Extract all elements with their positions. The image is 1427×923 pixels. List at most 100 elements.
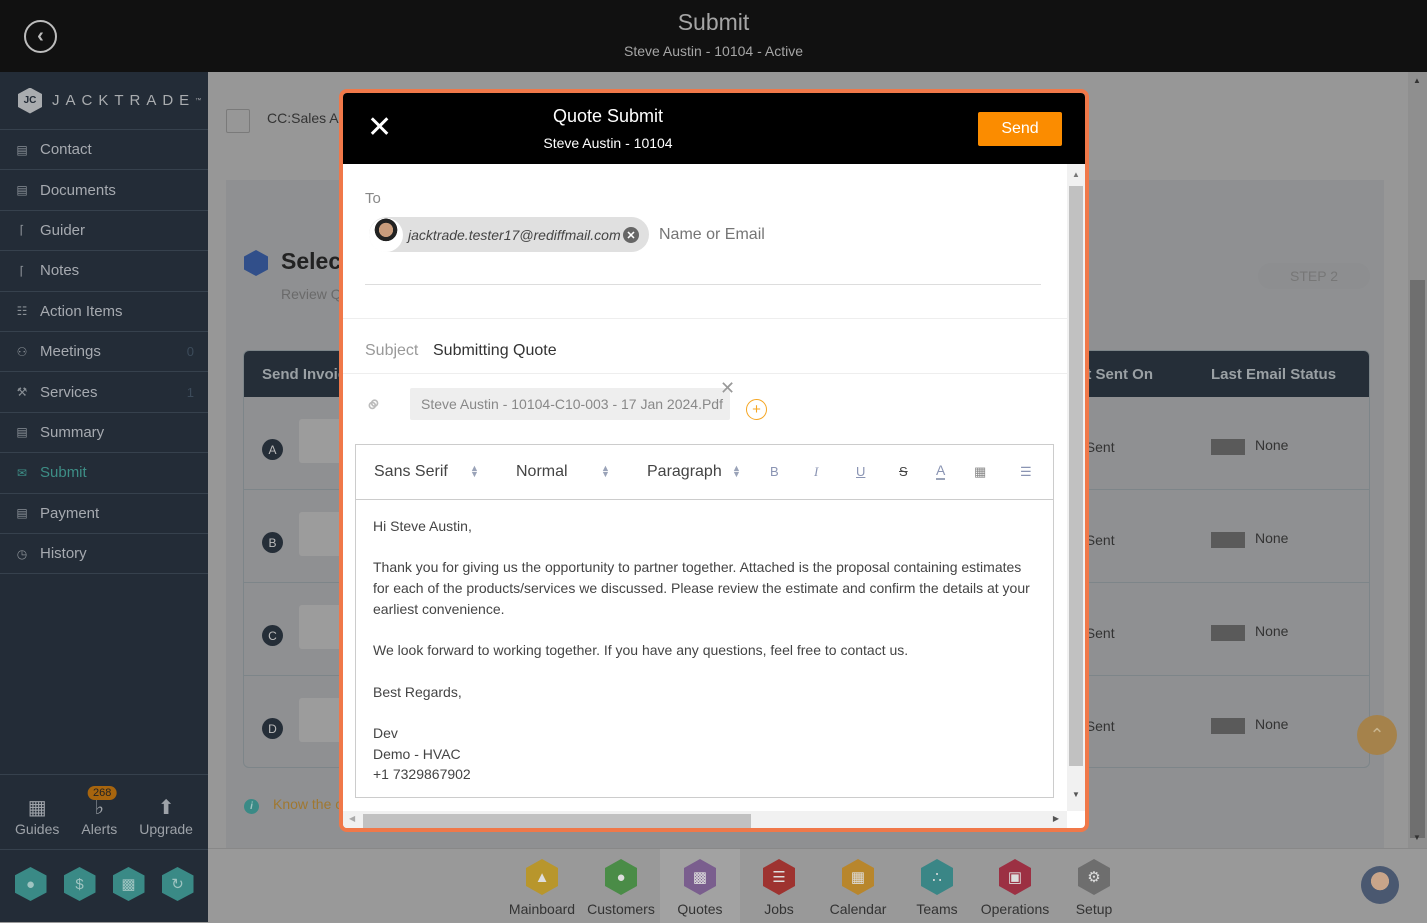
page-scrollbar-thumb[interactable] — [1410, 280, 1425, 838]
subject-input[interactable]: Submitting Quote — [433, 342, 557, 360]
body-line: Dev — [373, 724, 398, 741]
clipboard-icon: ☷ — [16, 304, 28, 319]
email-status: None — [1255, 530, 1289, 546]
dock-jobs[interactable]: ☰ Jobs — [739, 849, 819, 923]
know-text: Know the c — [273, 796, 343, 812]
sidebar-item-payment[interactable]: ▤ Payment — [0, 494, 208, 534]
documents-icon: ▤ — [16, 183, 28, 198]
modal-horizontal-scrollbar[interactable]: ◀ ▶ — [343, 811, 1067, 828]
sidebar-item-notes[interactable]: ⌈ Notes — [0, 251, 208, 292]
italic-button[interactable]: I — [814, 464, 818, 480]
body-line — [373, 702, 1036, 723]
contact-book-icon: ▤ — [16, 142, 28, 157]
font-family-select[interactable]: Sans Serif — [374, 463, 448, 481]
rich-text-editor[interactable]: Sans Serif ▲ ▼ Normal ▲ ▼ Paragraph ▲ ▼ B I… — [355, 444, 1054, 798]
remove-attachment-icon[interactable]: ✕ — [720, 378, 735, 399]
scroll-up-icon[interactable]: ▲ — [1413, 76, 1421, 85]
divider — [365, 284, 1041, 285]
dock-calendar[interactable]: ▦ Calendar — [818, 849, 898, 923]
header-last-email-status: Last Email Status — [1211, 366, 1337, 383]
dock-mainboard[interactable]: ▲ Mainboard — [502, 849, 582, 923]
scroll-left-icon[interactable]: ◀ — [349, 814, 355, 823]
body-line — [373, 661, 1036, 682]
paperclip-icon: ⚭ — [358, 389, 390, 421]
bold-button[interactable]: B — [770, 464, 779, 479]
to-input[interactable] — [659, 226, 959, 244]
guides-button[interactable]: ▦ Guides — [15, 795, 59, 849]
info-icon: i — [244, 799, 259, 814]
sidebar-item-action-items[interactable]: ☷ Action Items — [0, 292, 208, 332]
arrow-up-icon: ⬆ — [157, 797, 175, 819]
gear-icon: ⚙ — [1078, 859, 1110, 895]
send-button[interactable]: Send — [978, 112, 1062, 146]
scroll-to-top-button[interactable]: ⌃ — [1357, 715, 1397, 755]
dock-teams[interactable]: ∴ Teams — [897, 849, 977, 923]
sidebar-item-label: Payment — [40, 504, 100, 522]
modal-vertical-scrollbar[interactable]: ▲ ▼ — [1067, 164, 1085, 811]
dock-quotes[interactable]: ▩ Quotes — [660, 849, 740, 923]
background-color-icon[interactable]: ▦ — [974, 464, 986, 480]
dock-label: Jobs — [764, 901, 794, 917]
font-size-select[interactable]: Normal — [516, 463, 568, 481]
user-icon[interactable]: ● — [14, 867, 47, 901]
sidebar-item-summary[interactable]: ▤ Summary — [0, 413, 208, 454]
dock-label: Mainboard — [508, 901, 576, 917]
money-icon[interactable]: ▩ — [112, 867, 145, 901]
signpost-icon: ⌈ — [19, 263, 25, 278]
sidebar-item-guider[interactable]: ⌈ Guider — [0, 211, 208, 252]
body-line: Hi Steve Austin, — [373, 518, 472, 534]
add-attachment-icon[interactable]: + — [746, 399, 767, 420]
sidebar-item-label: Notes — [40, 262, 80, 280]
dock-customers[interactable]: ● Customers — [581, 849, 661, 923]
know-the-link[interactable]: i Know the c — [244, 796, 342, 814]
sidebar-item-contact[interactable]: ▤ Contact — [0, 130, 208, 171]
underline-button[interactable]: U — [856, 464, 865, 479]
dock-operations[interactable]: ▣ Operations — [975, 849, 1055, 923]
divider — [343, 373, 1067, 374]
scroll-right-icon[interactable]: ▶ — [1053, 814, 1059, 823]
email-body[interactable]: Hi Steve Austin, Thank you for giving us… — [356, 500, 1053, 801]
top-bar: ‹ Submit Steve Austin - 10104 - Active — [0, 0, 1427, 72]
scroll-up-icon[interactable]: ▲ — [1072, 170, 1080, 179]
workflow-icon[interactable]: ↻ — [161, 867, 194, 901]
recipient-avatar — [369, 217, 403, 252]
ordered-list-icon[interactable]: ☰ — [1020, 464, 1032, 480]
jobs-list-icon: ☰ — [763, 859, 795, 895]
text-color-button[interactable]: A — [936, 462, 946, 480]
scroll-down-icon[interactable]: ▼ — [1072, 790, 1080, 799]
upgrade-button[interactable]: ⬆ Upgrade — [139, 795, 193, 849]
body-line: +1 7329867902 — [373, 766, 471, 783]
cc-checkbox[interactable] — [226, 109, 250, 133]
scroll-down-icon[interactable]: ▼ — [1413, 833, 1421, 842]
summary-icon: ▤ — [16, 425, 28, 440]
quote-submit-modal: ✕ Quote Submit Steve Austin - 10104 Send… — [339, 89, 1089, 832]
sidebar-item-documents[interactable]: ▤ Documents — [0, 170, 208, 211]
alerts-button[interactable]: 268 ♭ Alerts — [81, 786, 117, 849]
attachment-chip[interactable]: Steve Austin - 10104-C10-003 - 17 Jan 20… — [410, 388, 730, 420]
user-avatar[interactable] — [1361, 866, 1399, 904]
quotes-icon: ▩ — [684, 859, 716, 895]
page-scrollbar[interactable]: ▲ ▼ — [1408, 72, 1427, 848]
sidebar-item-submit[interactable]: ✉ Submit — [0, 453, 208, 494]
recipient-chip[interactable]: jacktrade.tester17@rediffmail.com ✕ — [369, 217, 649, 252]
modal-hscroll-thumb[interactable] — [363, 814, 751, 828]
email-status: None — [1255, 437, 1289, 453]
bottom-dock: ▲ Mainboard ● Customers ▩ Quotes ☰ Jobs ▦ Cal… — [208, 848, 1427, 923]
strikethrough-button[interactable]: S — [899, 464, 908, 479]
sidebar-item-label: Summary — [40, 423, 105, 441]
sidebar-item-label: Guider — [40, 221, 86, 239]
row-letter: B — [262, 532, 283, 553]
sidebar-item-history[interactable]: ◷ History — [0, 534, 208, 575]
paragraph-format-select[interactable]: Paragraph — [647, 463, 722, 481]
sidebar-item-label: Submit — [40, 464, 87, 482]
modal-scrollbar-thumb[interactable] — [1069, 186, 1083, 766]
dollar-icon[interactable]: $ — [63, 867, 96, 901]
sidebar-item-services[interactable]: ⚒ Services 1 — [0, 372, 208, 413]
dock-setup[interactable]: ⚙ Setup — [1054, 849, 1134, 923]
sidebar-item-meetings[interactable]: ⚇ Meetings 0 — [0, 332, 208, 373]
body-line: Demo - HVAC — [373, 745, 461, 762]
recipient-email: jacktrade.tester17@rediffmail.com — [408, 226, 621, 243]
remove-recipient-icon[interactable]: ✕ — [623, 227, 639, 243]
body-line: We look forward to working together. If … — [373, 642, 909, 659]
cc-label: CC:Sales Ag — [267, 110, 347, 126]
